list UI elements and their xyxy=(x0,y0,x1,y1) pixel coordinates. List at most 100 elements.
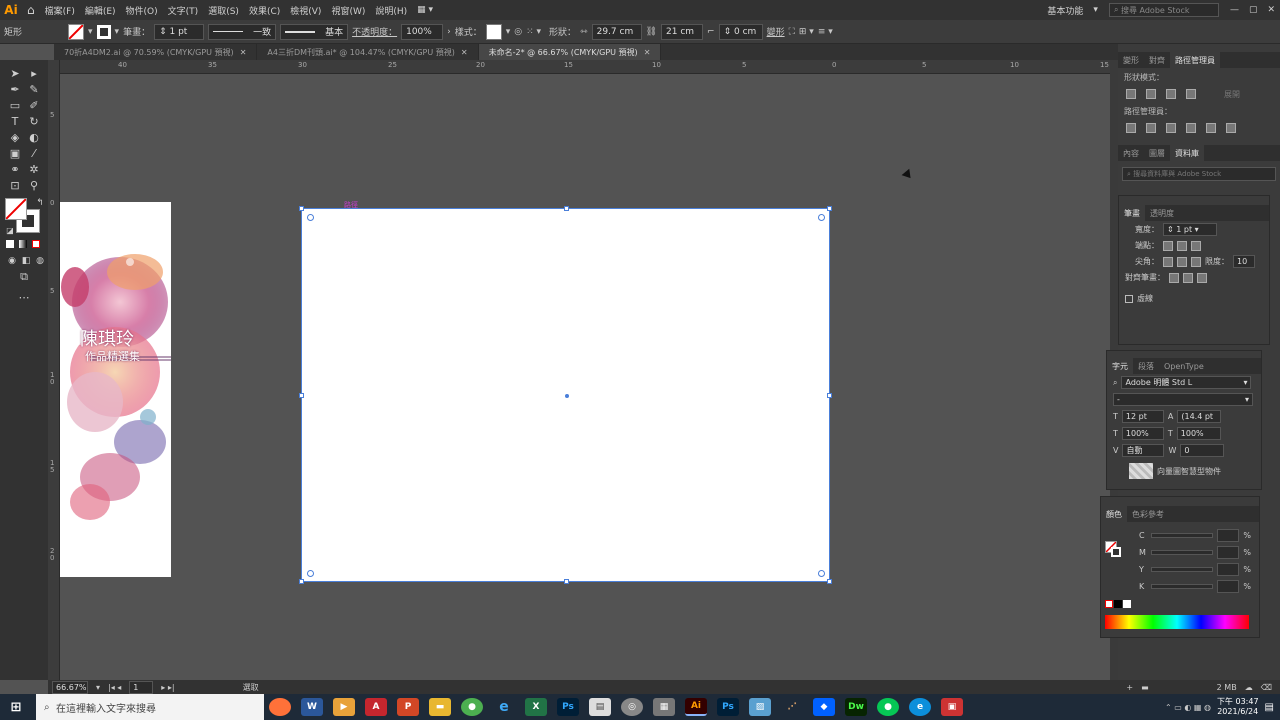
folder-icon[interactable]: ▬ xyxy=(1141,683,1149,692)
home-icon[interactable]: ⌂ xyxy=(22,3,40,17)
menu-edit[interactable]: 編輯(E) xyxy=(80,4,121,17)
app-icon[interactable]: ▨ xyxy=(749,698,771,716)
crop-icon[interactable] xyxy=(1186,123,1196,133)
outline-icon[interactable] xyxy=(1206,123,1216,133)
app-icon[interactable]: ▦ xyxy=(653,698,675,716)
chevron-down-icon[interactable]: ▾ xyxy=(1088,5,1103,15)
previous-artboard-icon[interactable]: |◂ ◂ xyxy=(108,683,121,692)
app-icon[interactable]: ▣ xyxy=(941,698,963,716)
media-icon[interactable]: ▶ xyxy=(333,698,355,716)
intersect-icon[interactable] xyxy=(1166,89,1176,99)
transform-label[interactable]: 變形 xyxy=(767,25,785,38)
illustrator-icon[interactable]: Ai xyxy=(685,698,707,716)
chrome-icon[interactable]: ● xyxy=(461,698,483,716)
next-artboard-icon[interactable]: ▸ ▸| xyxy=(161,683,174,692)
ie-icon[interactable]: e xyxy=(493,698,515,716)
minimize-button[interactable]: — xyxy=(1225,5,1244,15)
arrange-documents-icon[interactable]: ▦ ▾ xyxy=(412,5,438,15)
menu-object[interactable]: 物件(O) xyxy=(121,4,163,17)
close-icon[interactable]: ✕ xyxy=(644,48,651,57)
eyedropper-tool-icon[interactable]: ⁄ xyxy=(27,146,41,160)
recolor-icon[interactable]: ◎ xyxy=(514,27,522,37)
slider-track[interactable] xyxy=(1151,533,1214,538)
stock-search-input[interactable]: ⌕ 搜尋 Adobe Stock xyxy=(1108,3,1219,17)
vertical-scale-field[interactable]: 100% xyxy=(1121,427,1164,440)
tab-stroke[interactable]: 筆畫 xyxy=(1119,205,1145,221)
selection-handle[interactable] xyxy=(299,206,304,211)
chevron-right-icon[interactable]: › xyxy=(447,27,451,37)
white-swatch[interactable] xyxy=(1123,600,1131,608)
windows-start-icon[interactable]: ⊞ xyxy=(5,698,27,716)
blend-tool-icon[interactable]: ⚭ xyxy=(8,162,22,176)
draw-mode-icon[interactable]: ◉ xyxy=(5,254,19,268)
horizontal-scale-field[interactable]: 100% xyxy=(1176,427,1221,440)
cloud-icon[interactable]: ☁ xyxy=(1245,683,1253,692)
chevron-down-icon[interactable]: ▾ xyxy=(506,27,511,37)
file-explorer-icon[interactable]: ▬ xyxy=(429,698,451,716)
draw-behind-icon[interactable]: ◧ xyxy=(19,254,33,268)
projecting-cap-icon[interactable] xyxy=(1191,240,1201,251)
stroke-swatch[interactable] xyxy=(96,24,111,39)
document-tab-active[interactable]: 未命名-2* @ 66.67% (CMYK/GPU 預視) ✕ xyxy=(478,44,662,60)
leading-field[interactable]: (14.4 pt xyxy=(1177,410,1222,423)
unite-icon[interactable] xyxy=(1126,89,1136,99)
slider-track[interactable] xyxy=(1151,584,1214,589)
powerpoint-icon[interactable]: P xyxy=(397,698,419,716)
exclude-icon[interactable] xyxy=(1186,89,1196,99)
paintbrush-tool-icon[interactable]: ✐ xyxy=(27,98,41,112)
color-mode-icon[interactable] xyxy=(6,240,14,248)
acrobat-icon[interactable]: A xyxy=(365,698,387,716)
opacity-field[interactable]: 100% xyxy=(401,23,444,40)
rectangle-tool-icon[interactable]: ▭ xyxy=(8,98,22,112)
font-style-dropdown[interactable]: - ▾ xyxy=(1113,393,1253,406)
library-search-input[interactable]: ⌕ 搜尋資料庫與 Adobe Stock xyxy=(1122,167,1276,181)
kerning-field[interactable]: 自動 xyxy=(1122,444,1165,457)
slider-track[interactable] xyxy=(1151,567,1214,572)
artboard-tool-icon[interactable]: ⊡ xyxy=(8,178,22,192)
fill-color-icon[interactable] xyxy=(5,198,27,220)
direct-selection-tool-icon[interactable]: ▸ xyxy=(27,66,41,80)
type-tool-icon[interactable]: T xyxy=(8,114,22,128)
align-inside-icon[interactable] xyxy=(1183,272,1193,283)
menu-type[interactable]: 文字(T) xyxy=(163,4,204,17)
align-outside-icon[interactable] xyxy=(1197,272,1207,283)
tab-properties[interactable]: 內容 xyxy=(1118,148,1144,159)
panel-menu-icon[interactable]: ≡ ▾ xyxy=(818,27,833,37)
menu-help[interactable]: 說明(H) xyxy=(370,4,412,17)
width-field[interactable]: 29.7 cm xyxy=(591,23,642,40)
align-center-icon[interactable] xyxy=(1169,272,1179,283)
line-icon[interactable]: ● xyxy=(877,698,899,716)
tab-opentype[interactable]: OpenType xyxy=(1159,362,1209,371)
artboard-number-field[interactable]: 1 xyxy=(129,680,154,694)
color-spectrum[interactable] xyxy=(1105,615,1249,629)
minus-back-icon[interactable] xyxy=(1226,123,1236,133)
add-icon[interactable]: + xyxy=(1126,683,1133,692)
chevron-down-icon[interactable]: ▾ xyxy=(88,27,93,37)
screen-mode-icon[interactable]: ⧉ xyxy=(17,270,31,284)
excel-icon[interactable]: X xyxy=(525,698,547,716)
color-stroke-icon[interactable] xyxy=(1111,547,1121,557)
curvature-tool-icon[interactable]: ✎ xyxy=(27,82,41,96)
none-swatch[interactable] xyxy=(1105,600,1113,608)
corner-widget[interactable] xyxy=(307,570,314,577)
chevron-down-icon[interactable]: ▾ xyxy=(115,27,120,37)
zoom-tool-icon[interactable]: ⚲ xyxy=(27,178,41,192)
warp-tool-icon[interactable]: ◐ xyxy=(27,130,41,144)
artboard-main[interactable]: 路徑 xyxy=(299,201,832,584)
gradient-mode-icon[interactable] xyxy=(19,240,27,248)
tab-align[interactable]: 對齊 xyxy=(1144,55,1170,66)
more-tools-icon[interactable]: ⋯ xyxy=(17,290,31,304)
corner-type-icon[interactable]: ⌐ xyxy=(707,27,715,37)
black-swatch[interactable] xyxy=(1114,600,1122,608)
smart-object-thumbnail[interactable] xyxy=(1129,463,1153,479)
channel-field[interactable] xyxy=(1217,529,1240,542)
channel-field[interactable] xyxy=(1217,580,1240,593)
tab-libraries[interactable]: 資料庫 xyxy=(1170,145,1204,161)
app-icon[interactable]: ◎ xyxy=(621,698,643,716)
pen-tool-icon[interactable]: ✒ xyxy=(8,82,22,96)
workspace-switcher[interactable]: 基本功能 xyxy=(1042,4,1088,17)
chevron-down-icon[interactable]: ▾ xyxy=(96,683,100,692)
rotate-tool-icon[interactable]: ↻ xyxy=(27,114,41,128)
watercolor-artwork[interactable] xyxy=(60,202,171,577)
brush-dropdown[interactable]: 基本 xyxy=(280,23,349,40)
